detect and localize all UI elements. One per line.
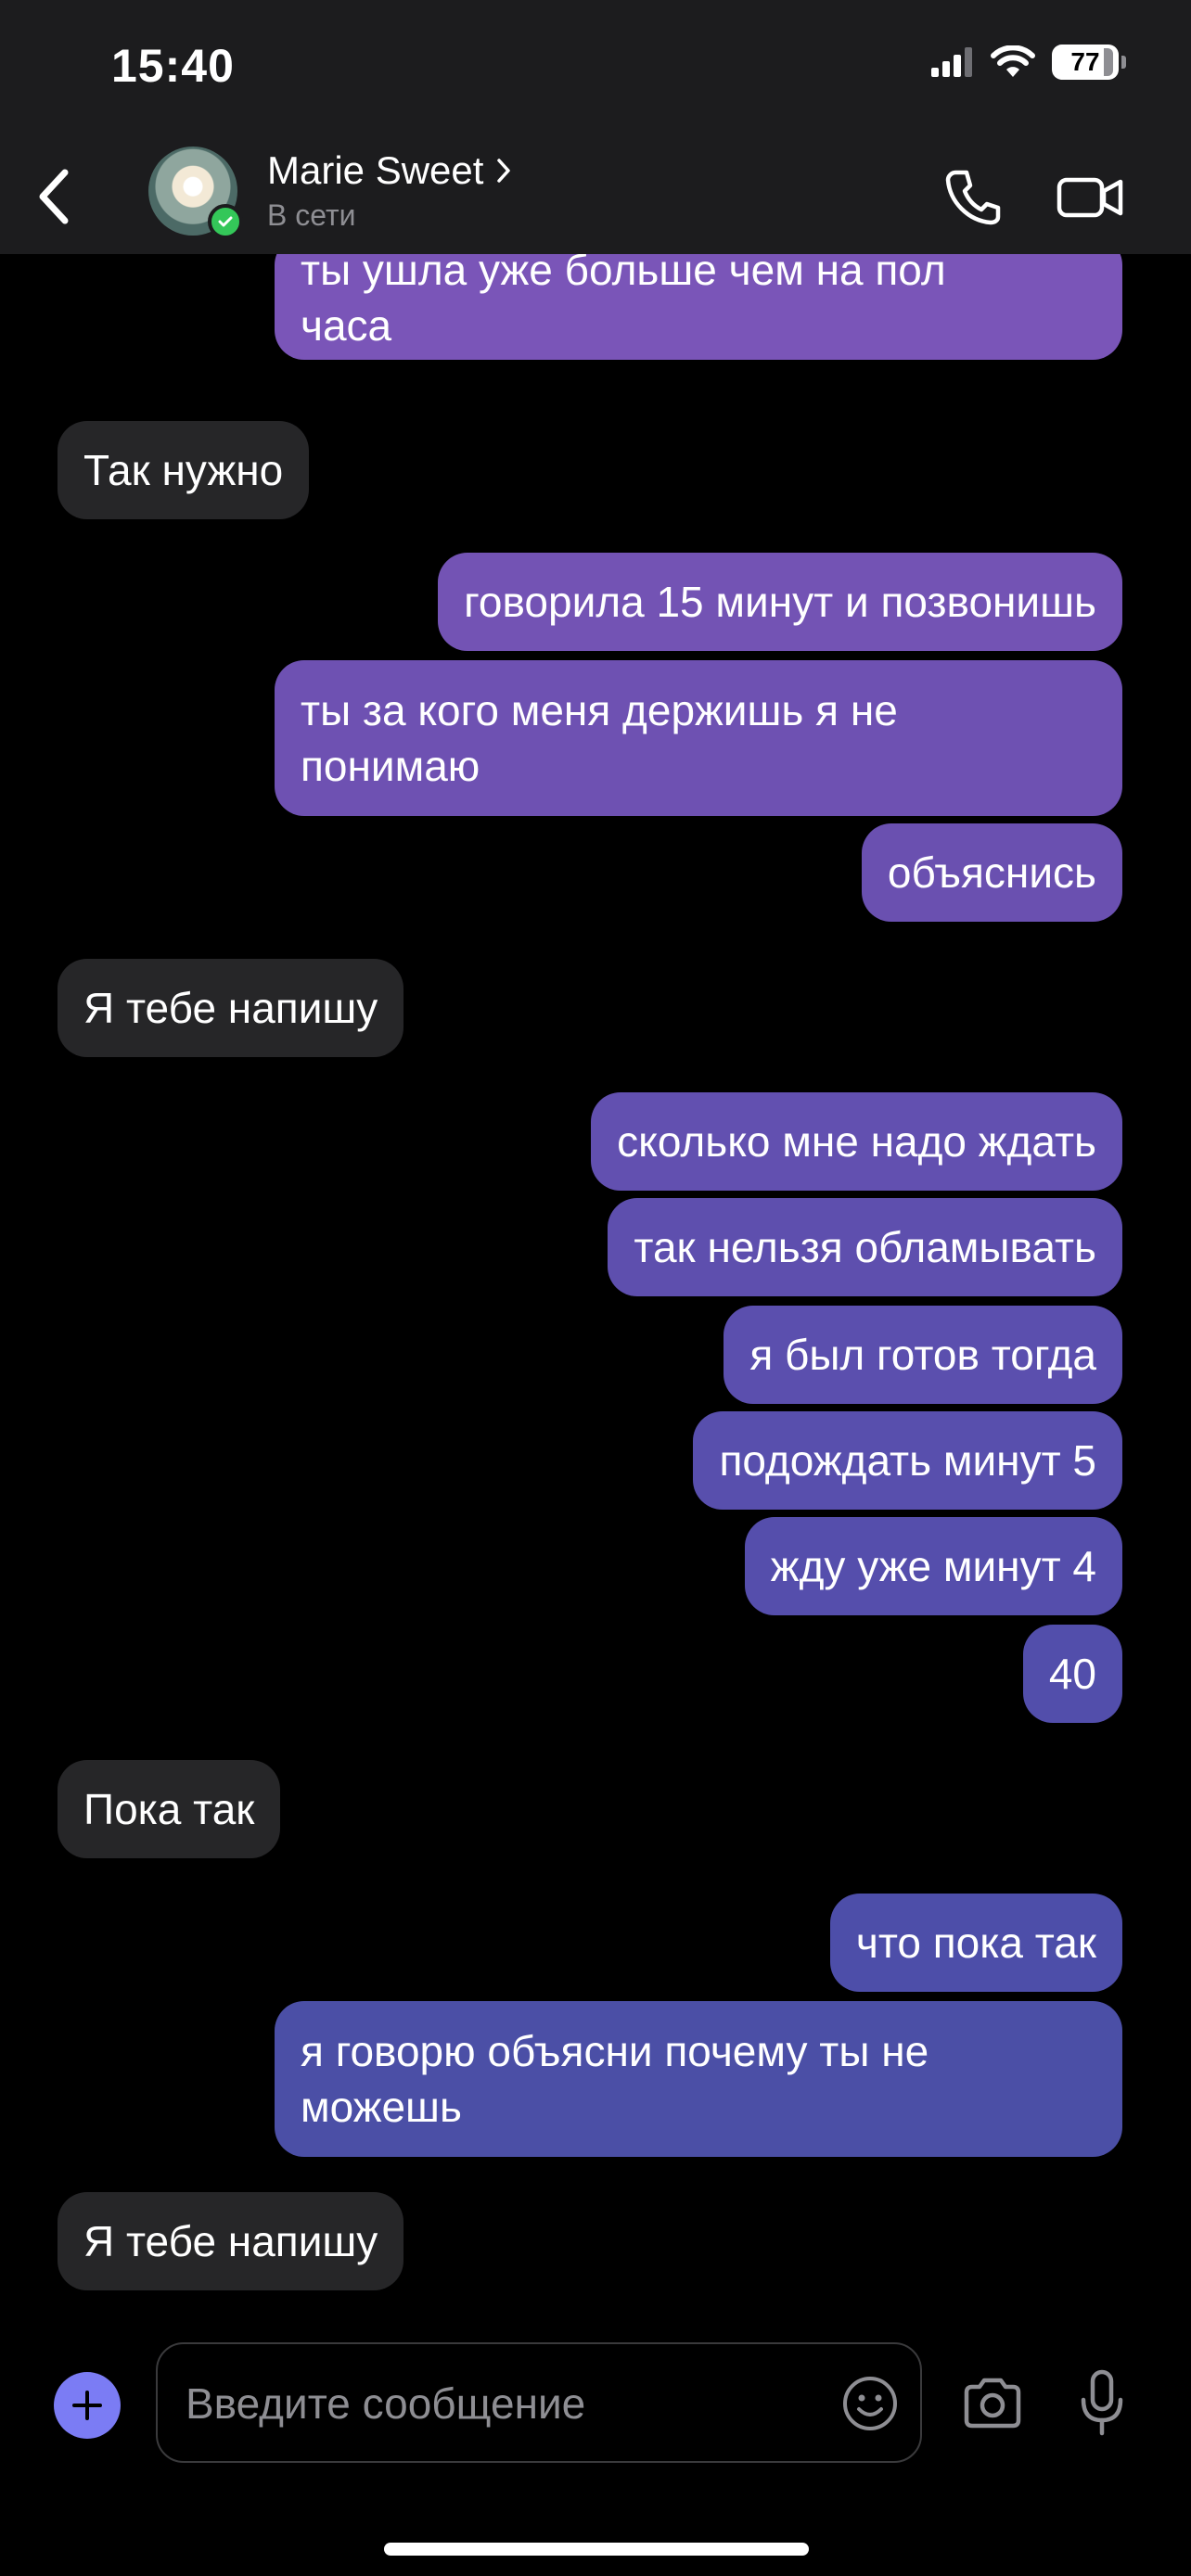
message-incoming: Я тебе напишу [58,2192,404,2290]
message-text: ты ушла уже больше чем на пол часа [301,254,946,350]
contact-name-button[interactable]: Marie Sweet [267,148,511,193]
message-text: жду уже минут 4 [770,1542,1096,1590]
battery-indicator: 77 [1052,45,1126,80]
message-text: сколько мне надо ждать [617,1117,1096,1166]
call-button[interactable] [939,163,1005,230]
message-outgoing: ты ушла уже больше чем на пол часа [275,254,1122,360]
check-icon [218,216,233,227]
status-bar: 15:40 77 [0,0,1191,139]
message-input[interactable] [184,2372,781,2435]
plus-icon [72,2391,102,2420]
message-incoming: Так нужно [58,421,310,519]
chevron-right-icon [497,159,511,183]
message-text: я говорю объясни почему ты не можешь [301,2027,929,2131]
chat-header: Marie Sweet В сети [0,139,1191,254]
message-outgoing: сколько мне надо ждать [591,1092,1122,1191]
message-outgoing: 40 [1022,1625,1122,1723]
message-outgoing: ты за кого меня держишь я не понимаю [275,660,1122,816]
message-text: я был готов тогда [749,1331,1096,1379]
composer-bar [0,2322,1191,2576]
phone-icon [945,170,1001,225]
signal-icon [931,47,972,77]
message-outgoing: говорила 15 минут и позвонишь [438,553,1122,651]
contact-avatar[interactable] [148,147,243,239]
message-text: так нельзя обламывать [634,1223,1096,1271]
message-list[interactable]: ты ушла уже больше чем на пол часа Так н… [0,254,1191,2322]
message-field[interactable] [156,2342,922,2463]
message-text: Пока так [83,1785,255,1833]
contact-status: В сети [267,198,356,232]
message-outgoing: объяснись [861,823,1122,922]
message-outgoing: я был готов тогда [724,1306,1122,1404]
message-text: объяснись [887,848,1096,897]
message-text: Я тебе напишу [83,2217,378,2265]
message-outgoing: так нельзя обламывать [608,1198,1122,1296]
video-icon [1057,177,1123,218]
message-text: говорила 15 минут и позвонишь [464,578,1096,626]
attach-button[interactable] [54,2372,121,2439]
message-incoming: Пока так [58,1760,281,1858]
message-text: Я тебе напишу [83,984,378,1032]
message-outgoing: я говорю объясни почему ты не можешь [275,2001,1122,2157]
message-text: Так нужно [83,446,284,494]
message-text: 40 [1048,1650,1096,1698]
contact-name: Marie Sweet [267,148,484,192]
online-indicator [208,204,243,239]
wifi-icon [991,45,1035,77]
emoji-icon[interactable] [840,2374,900,2433]
message-outgoing: что пока так [829,1894,1122,1992]
back-button[interactable] [26,159,82,234]
message-incoming: Я тебе напишу [58,959,404,1057]
message-text: ты за кого меня держишь я не понимаю [301,686,898,790]
status-icons: 77 [931,45,1126,80]
back-chevron-icon [39,169,69,224]
battery-level: 77 [1070,47,1100,76]
message-text: что пока так [855,1919,1096,1967]
message-text: подождать минут 5 [719,1436,1096,1485]
status-time: 15:40 [111,40,235,92]
message-outgoing: подождать минут 5 [693,1411,1122,1510]
video-call-button[interactable] [1054,163,1128,230]
mic-icon[interactable] [1074,2366,1130,2441]
message-outgoing: жду уже минут 4 [744,1517,1122,1615]
camera-icon[interactable] [959,2370,1026,2437]
home-indicator[interactable] [384,2543,809,2556]
